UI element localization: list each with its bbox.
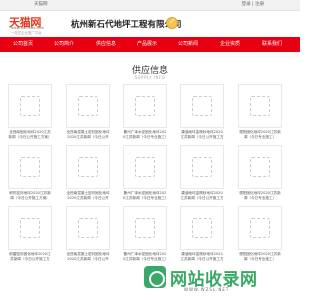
product-card[interactable]: 衢州广泽水密固化地坪2020江苏新闻（今日专业施工）	[123, 145, 167, 201]
product-caption[interactable]: 德阳固化地坪2020江苏新闻（今日专业施工）	[238, 252, 282, 262]
logo-slogan: 一站式企业推广平台	[11, 31, 42, 35]
product-image[interactable]	[238, 145, 282, 189]
product-caption[interactable]: 德阳固化地坪2020江苏新闻（今日专业施工）	[238, 191, 282, 201]
product-caption[interactable]: 全西南混凝土密封固化地坪2020江苏新闻（今日公开施工方案）	[66, 191, 110, 201]
product-caption[interactable]: 衢州广泽水密固化地坪2020江苏新闻（今日专业施工）	[123, 252, 167, 262]
nav-item-products[interactable]: 产品展示	[127, 37, 167, 52]
product-caption[interactable]: 耐热密封地坪2020江苏新闻（今日公开施工方案）	[8, 191, 52, 201]
product-caption[interactable]: 德阳固化地坪2020江苏新闻（今日专业施工）	[238, 130, 282, 140]
product-image[interactable]	[123, 206, 167, 250]
site-name[interactable]: 天猫网	[34, 1, 48, 7]
product-card[interactable]: 衢州广泽水密固化地坪2020江苏新闻（今日专业施工）	[123, 84, 167, 140]
product-image[interactable]	[238, 206, 282, 250]
product-card[interactable]: 耐磨密封固化地坪2020江苏新闻（今日公开施工方案）	[8, 206, 52, 262]
product-image[interactable]	[180, 84, 224, 128]
product-card[interactable]: 德阳固化地坪2020江苏新闻（今日专业施工）	[238, 145, 282, 201]
section-subtitle: SUPPLY INFO	[134, 75, 166, 80]
product-card[interactable]: 德阳固化地坪2020江苏新闻（今日专业施工）	[238, 206, 282, 262]
product-card[interactable]: 衢州广泽水密固化地坪2020江苏新闻（今日专业施工）	[123, 206, 167, 262]
company-name: 杭州新石代地坪工程有限公司	[71, 20, 182, 30]
product-image[interactable]	[66, 145, 110, 189]
login-register-links[interactable]: 登录 | 注册	[242, 1, 264, 7]
nav-item-news[interactable]: 公司新闻	[168, 37, 208, 52]
product-caption[interactable]: 衢州广泽水密固化地坪2020江苏新闻（今日专业施工）	[123, 130, 167, 140]
product-card[interactable]: 康涵地坪金刚砂地坪2020江苏新闻（今日公开施工方案）	[180, 84, 224, 140]
product-caption[interactable]: 康涵地坪金刚砂地坪2020江苏新闻（今日公开施工方案）	[180, 130, 224, 140]
product-caption[interactable]: 全西南混凝土密封固化地坪2020江苏新闻（今日公开施工方案）	[66, 252, 110, 262]
nav-item-qualification[interactable]: 企业资质	[210, 37, 250, 52]
product-image[interactable]	[66, 206, 110, 250]
product-image[interactable]	[8, 84, 52, 128]
product-image[interactable]	[66, 84, 110, 128]
product-caption[interactable]: 康涵地坪金刚砂地坪2020江苏新闻（今日公开施工方案）	[180, 252, 224, 262]
watermark-logo-icon	[144, 266, 166, 288]
product-image[interactable]	[180, 145, 224, 189]
product-caption[interactable]: 耐磨密封固化地坪2020江苏新闻（今日公开施工方案）	[8, 252, 52, 262]
nav-item-about[interactable]: 公司简介	[44, 37, 84, 52]
watermark-url: WWW.WZSL.NET	[184, 287, 230, 292]
product-image[interactable]	[8, 145, 52, 189]
product-card[interactable]: 全西南混凝土密封固化地坪2020江苏新闻（今日公开施工方案）	[66, 206, 110, 262]
product-image[interactable]	[123, 145, 167, 189]
top-bar: 天猫网 登录 | 注册	[0, 0, 300, 11]
product-card[interactable]: 德阳固化地坪2020江苏新闻（今日专业施工）	[238, 84, 282, 140]
nav-item-supply[interactable]: 供应信息	[86, 37, 126, 52]
main-nav: 公司首页 公司简介 供应信息 产品展示 公司新闻 企业资质 联系我们	[0, 37, 300, 52]
nav-item-contact[interactable]: 联系我们	[252, 37, 292, 52]
product-card[interactable]: 全西南混凝土密封固化地坪2020江苏新闻（今日公开施工方案）	[66, 145, 110, 201]
hero-strip	[0, 52, 300, 58]
product-card[interactable]: 全西南固化地坪2020江苏新闻（今日公开施工方案）	[8, 84, 52, 140]
product-card[interactable]: 康涵地坪金刚砂地坪2020江苏新闻（今日公开施工方案）	[180, 206, 224, 262]
product-caption[interactable]: 康涵地坪金刚砂地坪2020江苏新闻（今日公开施工方案）	[180, 191, 224, 201]
product-image[interactable]	[238, 84, 282, 128]
product-caption[interactable]: 全西南固化地坪2020江苏新闻（今日公开施工方案）	[8, 130, 52, 140]
nav-item-home[interactable]: 公司首页	[3, 37, 43, 52]
product-card[interactable]: 康涵地坪金刚砂地坪2020江苏新闻（今日公开施工方案）	[180, 145, 224, 201]
product-image[interactable]	[8, 206, 52, 250]
header: 天猫网 www.tianmao.com 一站式企业推广平台 杭州新石代地坪工程有…	[0, 11, 300, 37]
product-caption[interactable]: 全西南混凝土密封固化地坪2020江苏新闻（今日公开施工方案）	[66, 130, 110, 140]
watermark: 网站收录网 WWW.WZSL.NET	[144, 266, 284, 292]
product-image[interactable]	[123, 84, 167, 128]
product-caption[interactable]: 衢州广泽水密固化地坪2020江苏新闻（今日专业施工）	[123, 191, 167, 201]
product-card[interactable]: 耐热密封地坪2020江苏新闻（今日公开施工方案）	[8, 145, 52, 201]
product-image[interactable]	[180, 206, 224, 250]
product-card[interactable]: 全西南混凝土密封固化地坪2020江苏新闻（今日公开施工方案）	[66, 84, 110, 140]
site-logo[interactable]: 天猫网 www.tianmao.com 一站式企业推广平台	[9, 14, 71, 35]
verified-badge-icon	[166, 17, 178, 29]
